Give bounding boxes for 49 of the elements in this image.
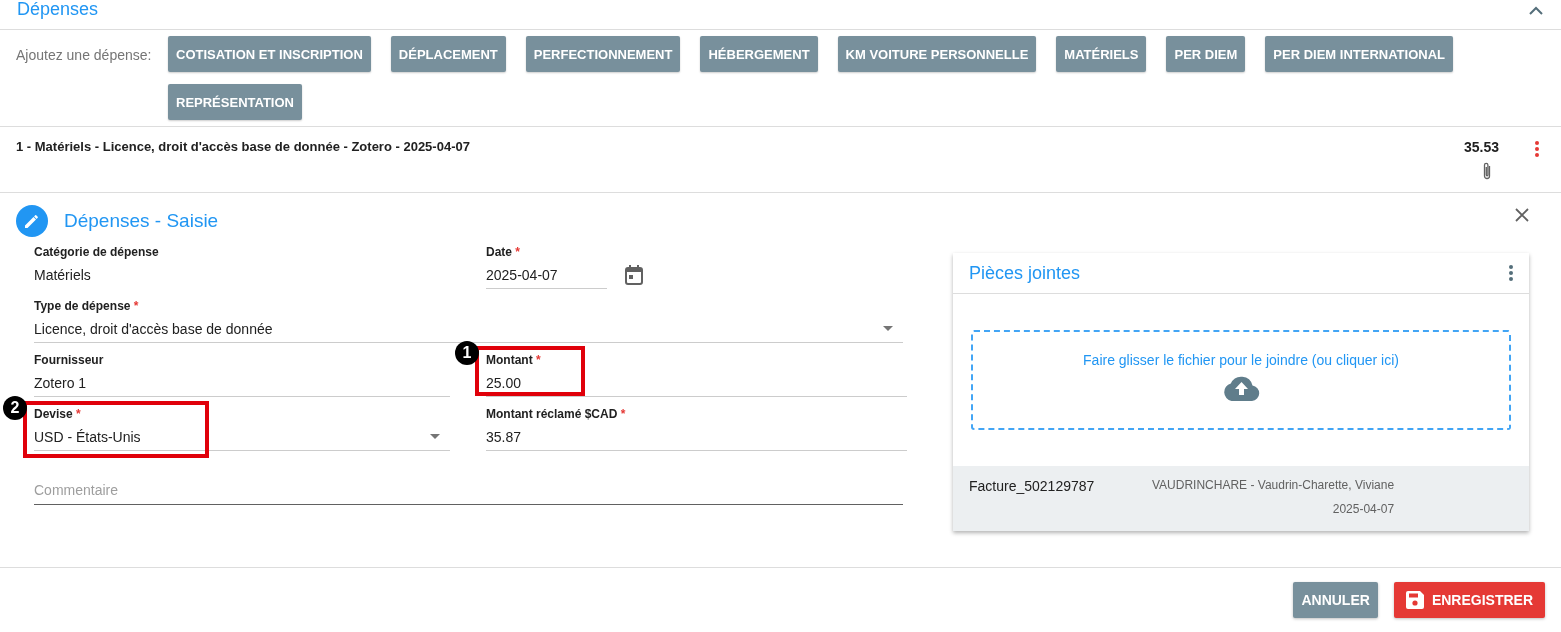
close-icon[interactable] — [1515, 208, 1529, 222]
category-value: Matériels — [34, 267, 91, 283]
collapse-chevron-icon[interactable] — [1529, 6, 1543, 15]
text-field[interactable]: Zotero 1 — [34, 369, 450, 397]
expense-type-button[interactable]: PER DIEM INTERNATIONAL — [1265, 36, 1453, 72]
dropdown-caret-icon[interactable] — [883, 326, 893, 331]
field-label: Catégorie de dépense — [34, 245, 160, 261]
section-title: Dépenses — [17, 0, 99, 20]
card-title: Pièces jointes — [969, 262, 1081, 284]
expense-type-button[interactable]: MATÉRIELS — [1056, 36, 1147, 72]
upload-date: 2025-04-07 — [1332, 502, 1395, 516]
field-label: Devise * — [34, 407, 82, 423]
more-options-icon[interactable] — [1535, 141, 1539, 157]
text-field[interactable]: 25.00 — [486, 369, 907, 397]
cancel-button[interactable]: ANNULER — [1293, 582, 1378, 618]
select-field[interactable]: USD - États-Unis — [34, 423, 450, 451]
uploader-name: VAUDRINCHARE - Vaudrin-Charette, Viviane — [1152, 478, 1395, 492]
select-field[interactable]: Licence, droit d'accès base de donnée — [34, 315, 903, 343]
expense-type-button[interactable]: COTISATION ET INSCRIPTION — [168, 36, 371, 72]
date-field[interactable]: 2025-04-07 — [486, 261, 607, 289]
field-label: Fournisseur — [34, 353, 105, 369]
add-expense-label: Ajoutez une dépense: — [16, 46, 153, 65]
field-label: Montant * — [486, 353, 542, 369]
field-label: Date * — [486, 245, 521, 261]
file-drop-zone[interactable]: Faire glisser le fichier pour le joindre (ou cliquer ici) — [971, 330, 1511, 430]
expense-summary[interactable]: 1 - Matériels - Licence, droit d'accès base de donnée - Zotero - 2025-04-07 — [16, 139, 470, 192]
edit-pencil-icon — [16, 205, 48, 237]
cloud-upload-icon — [1222, 376, 1260, 401]
file-name[interactable]: Facture_502129787 — [969, 478, 1152, 519]
expense-type-button[interactable]: DÉPLACEMENT — [390, 36, 506, 72]
dropdown-caret-icon[interactable] — [430, 434, 440, 439]
expense-type-button[interactable]: PERFECTIONNEMENT — [525, 36, 681, 72]
save-button[interactable]: ENREGISTRER — [1393, 582, 1545, 618]
expense-type-button[interactable]: HÉBERGEMENT — [700, 36, 818, 72]
field-label: Montant réclamé $CAD * — [486, 407, 627, 423]
expense-type-button[interactable]: KM VOITURE PERSONNELLE — [837, 36, 1037, 72]
field-label: Type de dépense * — [34, 299, 140, 315]
callout-number: 1 — [455, 341, 479, 365]
expense-amount: 35.53 — [1463, 139, 1499, 155]
form-title: Dépenses - Saisie — [64, 210, 219, 232]
attachment-row[interactable]: Facture_502129787 VAUDRINCHARE - Vaudrin-Charette, Viviane 2025-04-07 — [953, 466, 1529, 531]
expense-type-button[interactable]: PER DIEM — [1166, 36, 1246, 72]
expense-type-button[interactable]: REPRÉSENTATION — [168, 84, 302, 120]
drop-zone-text: Faire glisser le fichier pour le joindre (ou cliquer ici) — [1083, 352, 1399, 368]
callout-number: 2 — [3, 396, 27, 420]
text-field[interactable]: 35.87 — [486, 423, 907, 451]
comment-field[interactable]: Commentaire — [34, 475, 903, 505]
more-options-icon[interactable] — [1509, 265, 1513, 281]
calendar-icon[interactable] — [625, 265, 643, 285]
